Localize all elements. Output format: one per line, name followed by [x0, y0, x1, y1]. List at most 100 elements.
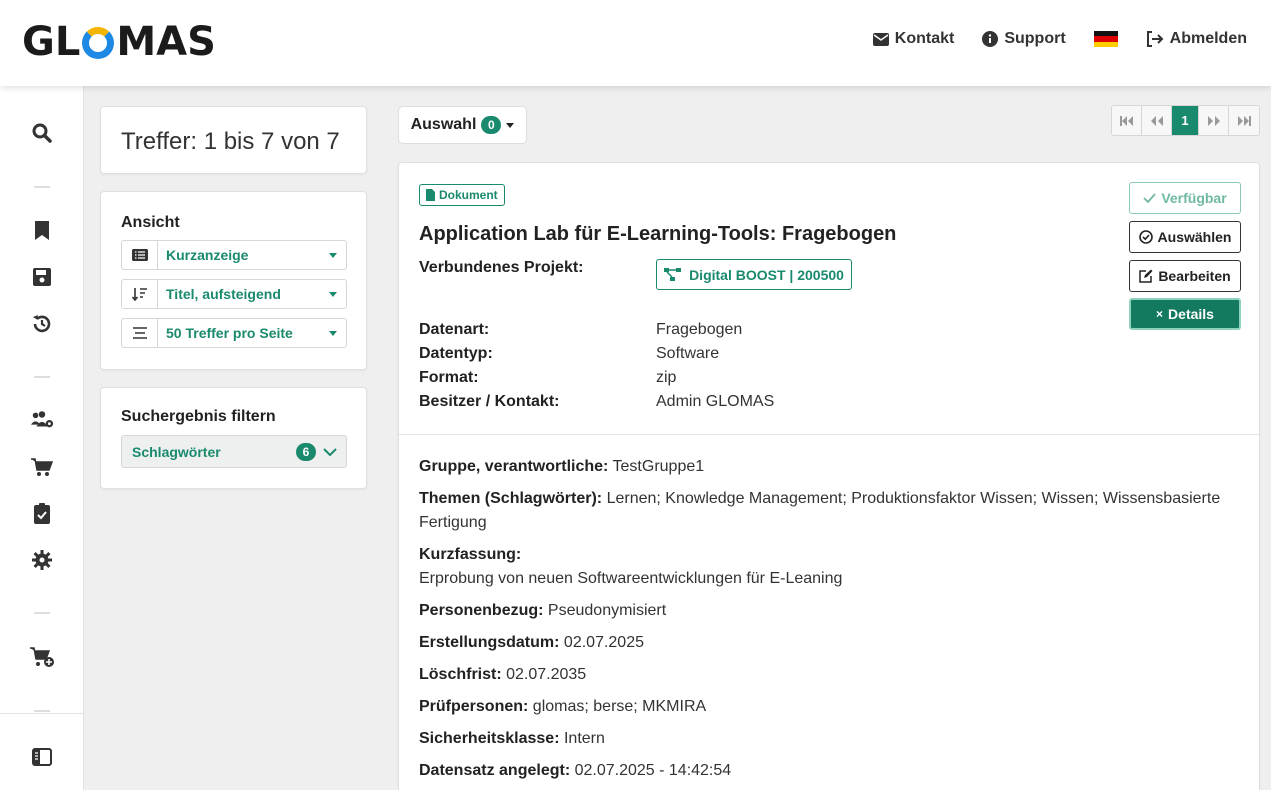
rail-divider: [0, 713, 84, 714]
details-label: Details: [1168, 306, 1214, 322]
per-page-value: 50 Treffer pro Seite: [166, 325, 293, 341]
document-type-label: Dokument: [439, 188, 498, 202]
file-icon: [426, 189, 435, 201]
created-date-value: 02.07.2025: [563, 634, 644, 651]
clipboard-check-icon[interactable]: [30, 501, 54, 525]
selection-label: Auswahl: [410, 116, 477, 133]
view-title: Ansicht: [121, 214, 180, 231]
previous-page-button[interactable]: [1142, 106, 1172, 135]
caret-down-icon: [506, 122, 515, 128]
search-icon[interactable]: [30, 121, 54, 145]
left-sidebar: [0, 86, 84, 790]
topics-label: Themen (Schlagwörter):: [419, 490, 603, 507]
rail-separator: [34, 376, 50, 378]
german-flag-icon[interactable]: [1093, 31, 1118, 47]
group-label: Gruppe, verantwortliche:: [419, 458, 609, 475]
hits-summary-card: Treffer: 1 bis 7 von 7: [100, 106, 367, 174]
deletion-date-label: Löschfrist:: [419, 666, 502, 683]
display-mode-value: Kurzanzeige: [166, 247, 249, 263]
rail-separator: [34, 710, 50, 712]
last-page-button[interactable]: [1229, 106, 1259, 135]
data-type-label: Datentyp:: [419, 345, 493, 362]
contact-link[interactable]: Kontakt: [872, 30, 955, 48]
sort-value: Titel, aufsteigend: [166, 286, 281, 302]
summary-row: Kurzfassung: Erprobung von neuen Software…: [419, 543, 842, 591]
first-page-button[interactable]: [1112, 106, 1142, 135]
result-card: Dokument Application Lab für E-Learning-…: [398, 162, 1260, 790]
select-button[interactable]: Auswählen: [1129, 221, 1241, 253]
envelope-icon: [872, 32, 889, 46]
filter-card: Suchergebnis filtern Schlagwörter 6: [100, 387, 367, 489]
available-button[interactable]: Verfügbar: [1129, 182, 1241, 214]
details-divider: [399, 434, 1259, 435]
chevron-down-icon: [329, 291, 337, 297]
format-value: zip: [656, 369, 677, 386]
pagination: 1: [1111, 105, 1260, 136]
keywords-filter-toggle[interactable]: Schlagwörter 6: [121, 435, 347, 468]
keywords-count-badge: 6: [296, 442, 316, 461]
topics-row: Themen (Schlagwörter): Lernen; Knowledge…: [419, 487, 1239, 535]
page-1-button[interactable]: 1: [1172, 106, 1199, 135]
owner-label: Besitzer / Kontakt:: [419, 393, 560, 410]
save-icon[interactable]: [30, 265, 54, 289]
list-icon: [122, 241, 158, 269]
summary-label: Kurzfassung:: [419, 546, 522, 563]
support-link[interactable]: Support: [982, 30, 1066, 48]
details-toggle-button[interactable]: × Details: [1129, 298, 1241, 330]
group-value: TestGruppe1: [612, 458, 705, 475]
users-gear-icon[interactable]: [30, 408, 54, 432]
topics-value-continued: Fertigung: [419, 514, 487, 531]
deletion-date-value: 02.07.2035: [506, 666, 587, 683]
bookmark-icon[interactable]: [30, 218, 54, 242]
record-created-row: Datensatz angelegt: 02.07.2025 - 14:42:5…: [419, 759, 731, 783]
filter-title: Suchergebnis filtern: [121, 408, 276, 425]
edit-label: Bearbeiten: [1158, 268, 1231, 284]
gear-icon[interactable]: [30, 548, 54, 572]
edit-icon: [1139, 269, 1153, 283]
edit-button[interactable]: Bearbeiten: [1129, 260, 1241, 292]
security-class-label: Sicherheitsklasse:: [419, 730, 560, 747]
cart-icon[interactable]: [30, 455, 54, 479]
display-mode-select[interactable]: Kurzanzeige: [121, 240, 347, 270]
project-label: Verbundenes Projekt:: [419, 259, 584, 276]
next-page-button[interactable]: [1199, 106, 1229, 135]
personal-data-row: Personenbezug: Pseudonymisiert: [419, 599, 666, 623]
cart-plus-icon[interactable]: [30, 645, 54, 669]
rail-separator: [34, 186, 50, 188]
sort-select[interactable]: Titel, aufsteigend: [121, 279, 347, 309]
top-nav: Kontakt Support Abmelden: [872, 30, 1247, 48]
chevron-down-icon: [329, 252, 337, 258]
project-link-button[interactable]: Digital BOOST | 200500: [656, 259, 852, 290]
reviewers-label: Prüfpersonen:: [419, 698, 529, 715]
keywords-filter-label: Schlagwörter: [132, 443, 221, 460]
reviewers-row: Prüfpersonen: glomas; berse; MKMIRA: [419, 695, 706, 719]
data-kind-label: Datenart:: [419, 321, 490, 338]
sidebar-toggle-icon[interactable]: [30, 745, 54, 769]
owner-value: Admin GLOMAS: [656, 393, 775, 410]
security-class-value: Intern: [563, 730, 605, 747]
glomas-logo[interactable]: GL MAS: [22, 19, 216, 65]
logo-text-end: MAS: [116, 19, 216, 65]
project-diagram-icon: [664, 268, 682, 281]
per-page-select[interactable]: 50 Treffer pro Seite: [121, 318, 347, 348]
lines-icon: [122, 319, 158, 347]
check-icon: [1143, 193, 1156, 203]
logout-link[interactable]: Abmelden: [1146, 30, 1247, 48]
sign-out-icon: [1146, 31, 1164, 47]
selection-dropdown-button[interactable]: Auswahl 0: [398, 106, 527, 144]
previous-page-icon: [1150, 115, 1163, 126]
hits-count-text: Treffer: 1 bis 7 von 7: [121, 128, 340, 155]
created-date-label: Erstellungsdatum:: [419, 634, 560, 651]
next-page-icon: [1207, 115, 1220, 126]
chevron-down-icon: [329, 330, 337, 336]
reviewers-value: glomas; berse; MKMIRA: [532, 698, 707, 715]
check-circle-icon: [1138, 230, 1153, 244]
record-created-value: 02.07.2025 - 14:42:54: [574, 762, 732, 779]
format-label: Format:: [419, 369, 479, 386]
contact-label: Kontakt: [894, 30, 955, 47]
info-circle-icon: [982, 31, 999, 47]
history-icon[interactable]: [30, 312, 54, 336]
document-type-badge: Dokument: [419, 184, 505, 206]
result-title: Application Lab für E-Learning-Tools: Fr…: [419, 223, 897, 245]
available-label: Verfügbar: [1161, 190, 1227, 206]
